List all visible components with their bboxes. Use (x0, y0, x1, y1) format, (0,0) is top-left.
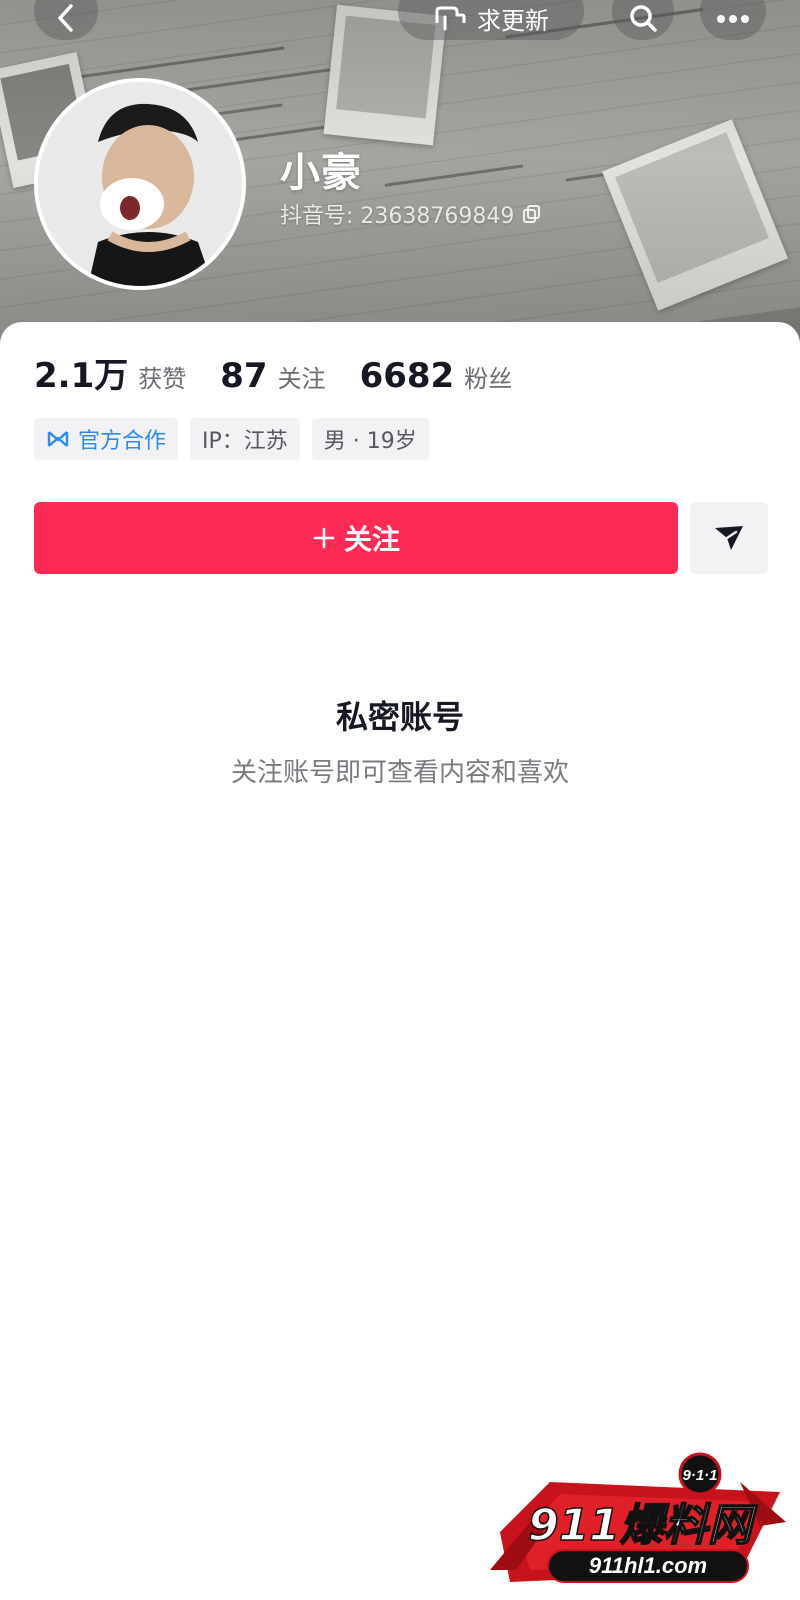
tag-official-cooperation[interactable]: 官方合作 (34, 418, 179, 460)
watermark-site: 911hl1.com (589, 1553, 707, 1578)
watermark-badge: 9·1·1 (682, 1467, 717, 1484)
stat-likes[interactable]: 2.1万 获赞 (34, 348, 186, 397)
plus-icon (313, 527, 335, 549)
avatar-frame[interactable] (34, 78, 246, 290)
stat-followers[interactable]: 6682 粉丝 (360, 356, 513, 396)
follow-button[interactable]: 关注 (34, 502, 678, 574)
request-update-button[interactable]: 求更新 (398, 0, 584, 40)
stat-label: 关注 (277, 365, 326, 393)
douyin-id[interactable]: 抖音号: 23638769849 (280, 198, 542, 230)
private-account-title: 私密账号 (335, 698, 464, 736)
official-cooperation-icon (47, 431, 69, 447)
stat-value: 6682 (359, 356, 455, 396)
hand-request-icon (435, 6, 466, 31)
watermark-brand: 911爆料网 (528, 1500, 758, 1551)
stat-value: 87 (220, 356, 268, 396)
follow-label: 关注 (343, 523, 400, 556)
stat-label: 获赞 (138, 365, 187, 393)
douyin-id-text: 抖音号: 23638769849 (280, 204, 515, 229)
profile-cover: 求更新 小豪 抖音号: 23638769849 (0, 0, 800, 350)
site-watermark-logo: 9·1·1 911爆料网 911hl1.com (490, 1452, 790, 1592)
more-dots-icon (717, 15, 749, 23)
back-chevron-icon (58, 4, 73, 32)
stat-following[interactable]: 87 关注 (220, 356, 325, 396)
request-update-label: 求更新 (477, 6, 549, 35)
tag-official-label: 官方合作 (78, 429, 167, 454)
tag-gender-age-label: 男 · 19岁 (323, 429, 417, 454)
nickname: 小豪 (280, 150, 362, 196)
copy-icon[interactable] (522, 204, 542, 224)
stats-row: 2.1万 获赞 87 关注 6682 粉丝 (34, 348, 546, 397)
stat-value: 2.1万 (34, 356, 129, 396)
stat-label: 粉丝 (464, 365, 513, 393)
profile-tags: 官方合作 IP：江苏 男 · 19岁 (34, 418, 429, 460)
search-icon (630, 5, 657, 32)
tag-ip-label: IP：江苏 (202, 429, 288, 454)
tag-gender-age: 男 · 19岁 (311, 418, 429, 460)
tag-ip-location: IP：江苏 (190, 418, 300, 460)
avatar (38, 82, 242, 286)
private-account-subtitle: 关注账号即可查看内容和喜欢 (230, 758, 569, 788)
message-button[interactable] (690, 502, 768, 574)
send-message-icon (715, 526, 743, 550)
profile-card: 2.1万 获赞 87 关注 6682 粉丝 官方合作 IP：江苏 男 · 19岁 (0, 322, 800, 1600)
